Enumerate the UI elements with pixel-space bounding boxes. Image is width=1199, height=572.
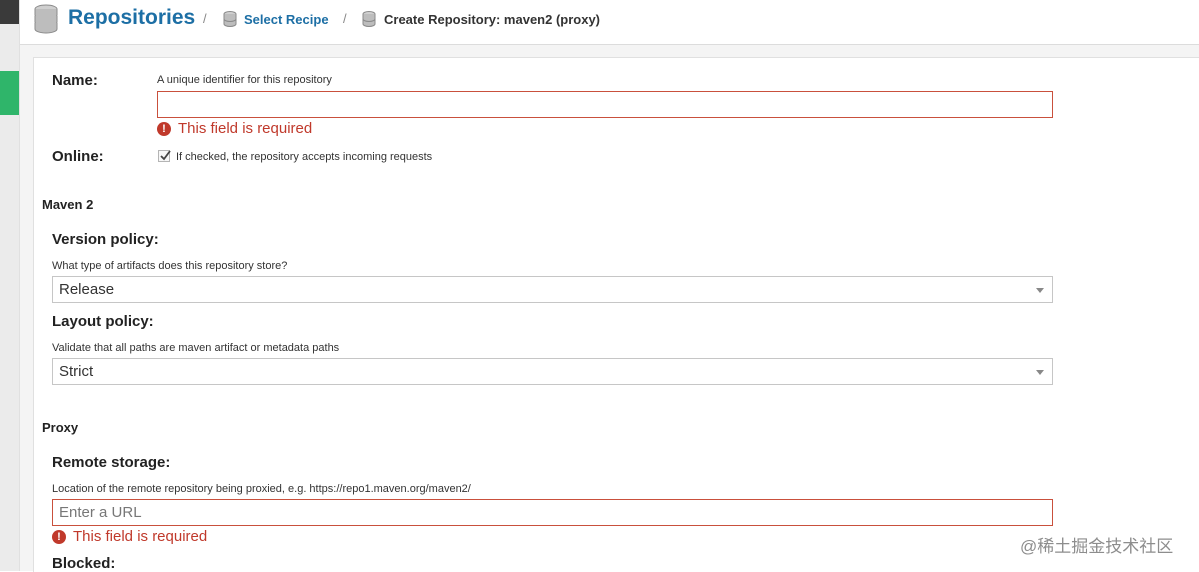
layout-policy-value: Strict — [59, 363, 94, 380]
watermark: @稀土掘金技术社区 — [1020, 537, 1174, 556]
chevron-down-icon — [1036, 288, 1044, 293]
breadcrumb-separator: / — [203, 11, 207, 26]
remote-storage-input[interactable] — [52, 499, 1053, 526]
online-hint: If checked, the repository accepts incom… — [176, 151, 433, 163]
remote-storage-error-text: This field is required — [73, 528, 208, 545]
name-label: Name: — [52, 72, 98, 89]
proxy-section-title: Proxy — [42, 420, 79, 435]
remote-storage-hint: Location of the remote repository being … — [52, 483, 471, 495]
name-error-text: This field is required — [178, 120, 313, 137]
checkmark-icon — [160, 150, 171, 161]
remote-storage-label: Remote storage: — [52, 454, 171, 471]
sidebar-top-bar — [0, 0, 19, 24]
left-sidebar — [0, 0, 20, 571]
version-policy-hint: What type of artifacts does this reposit… — [52, 260, 288, 272]
name-error: ! This field is required — [157, 120, 312, 137]
select-recipe-link[interactable]: Select Recipe — [244, 12, 329, 27]
layout-policy-hint: Validate that all paths are maven artifa… — [52, 342, 340, 354]
sidebar-active-item[interactable] — [0, 71, 19, 115]
database-icon — [223, 11, 237, 32]
version-policy-select[interactable]: Release — [52, 276, 1053, 303]
breadcrumb: Repositories / Select Recipe / Create Re… — [20, 0, 1199, 45]
repository-form: Name: A unique identifier for this repos… — [33, 57, 1199, 572]
error-icon: ! — [52, 529, 66, 544]
layout-policy-label: Layout policy: — [52, 313, 154, 330]
name-input[interactable] — [157, 91, 1053, 118]
layout-policy-select[interactable]: Strict — [52, 358, 1053, 385]
online-label: Online: — [52, 148, 104, 165]
version-policy-label: Version policy: — [52, 231, 159, 248]
current-page-title: Create Repository: maven2 (proxy) — [384, 12, 601, 27]
name-hint: A unique identifier for this repository — [157, 74, 332, 86]
version-policy-value: Release — [59, 281, 115, 298]
database-icon — [33, 4, 59, 39]
blocked-label: Blocked: — [52, 555, 116, 572]
remote-storage-error: ! This field is required — [52, 528, 207, 545]
maven2-section-title: Maven 2 — [42, 197, 94, 212]
database-icon — [362, 11, 376, 32]
breadcrumb-separator: / — [343, 11, 347, 26]
online-checkbox[interactable] — [158, 150, 171, 162]
chevron-down-icon — [1036, 370, 1044, 375]
page-title[interactable]: Repositories — [68, 6, 195, 30]
error-icon: ! — [157, 121, 171, 136]
